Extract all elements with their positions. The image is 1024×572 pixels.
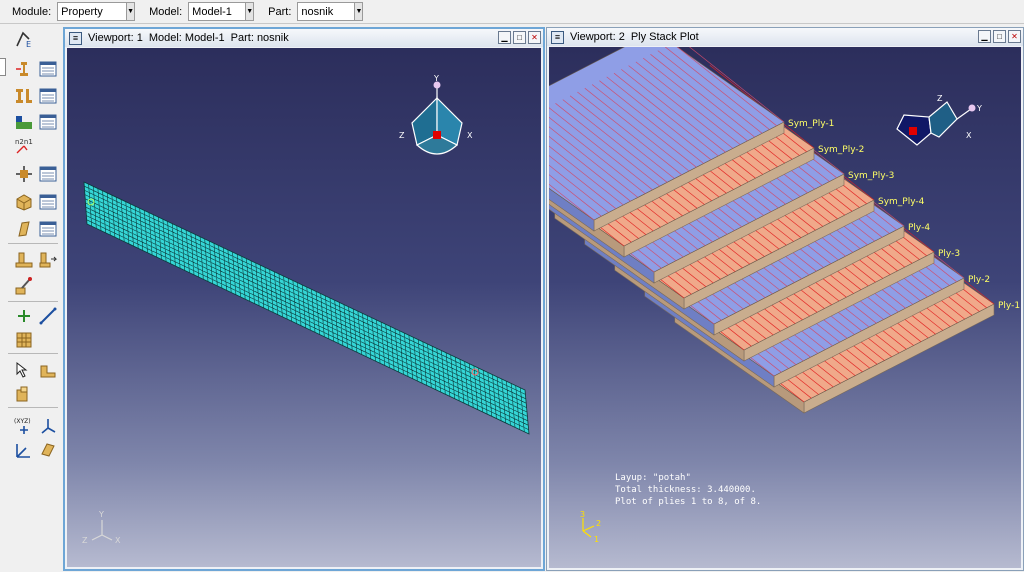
splitter-handle[interactable] <box>0 58 6 76</box>
assign-section-icon[interactable] <box>13 58 35 80</box>
spring-icon[interactable] <box>13 275 35 297</box>
toolbox-divider <box>8 243 58 244</box>
viewport-2-canvas[interactable]: Ply-1 Ply-2 Ply-3 Ply-4 Sym_Ply-4 Sym_Ply-3 Sy… <box>549 47 1021 568</box>
viewport-1-titlebar[interactable]: ≡ Viewport: 1 Model: Model-1 Part: nosni… <box>65 29 543 47</box>
composite-manager-icon[interactable] <box>37 218 59 240</box>
chevron-down-icon[interactable]: ▼ <box>126 3 135 20</box>
viewport-2-titlebar[interactable]: ≡ Viewport: 2 Ply Stack Plot ▁ □ ✕ <box>547 28 1023 46</box>
view-cube[interactable]: Z Y X <box>896 94 982 146</box>
axis-csys-icon[interactable] <box>37 415 59 437</box>
model-value: Model-1 <box>192 5 232 18</box>
viewport-2-subtitle: Ply Stack Plot <box>630 31 699 43</box>
view-cube-x-label: X <box>467 131 473 140</box>
ply-label: Ply-1 <box>998 301 1020 311</box>
toolbox-divider <box>8 353 58 354</box>
profile-manager-icon[interactable] <box>37 85 59 107</box>
toolbox-divider <box>8 301 58 302</box>
plies-range: Plot of plies 1 to 8, of 8. <box>615 497 762 507</box>
orientation-manager-icon[interactable] <box>37 111 59 133</box>
ply-label: Ply-4 <box>908 223 930 233</box>
composite-layup-icon[interactable] <box>13 218 35 240</box>
viewport-1-canvas[interactable]: Y Z X Y Z X <box>67 48 541 567</box>
module-label: Module: <box>12 5 52 18</box>
csys-triad: Y Z X <box>82 510 121 545</box>
ply-label: Sym_Ply-1 <box>788 119 834 129</box>
module-value: Property <box>61 5 103 18</box>
ply-label: Sym_Ply-3 <box>848 171 894 181</box>
inertia-icon[interactable] <box>13 249 35 271</box>
display-icon[interactable] <box>13 383 35 405</box>
triad-x-label: X <box>115 536 121 545</box>
section-manager-icon[interactable] <box>37 58 59 80</box>
datum-axis-icon[interactable] <box>37 305 59 327</box>
viewport-1[interactable]: ≡ Viewport: 1 Model: Model-1 Part: nosni… <box>63 27 545 571</box>
plane-icon[interactable] <box>37 439 59 461</box>
partition-icon[interactable] <box>37 359 59 381</box>
triad-3-label: 3 <box>580 510 585 519</box>
part-label: Part: <box>268 5 292 18</box>
triad-2-label: 2 <box>596 519 601 528</box>
minimize-icon[interactable]: ▁ <box>978 30 991 43</box>
ply-stack-plot[interactable]: Ply-1 Ply-2 Ply-3 Ply-4 Sym_Ply-4 Sym_Ply-3 Sy… <box>549 47 1020 414</box>
close-icon[interactable]: ✕ <box>1008 30 1021 43</box>
view-cube-x-label: X <box>966 131 972 140</box>
viewport-1-model: Model: Model-1 <box>148 32 225 44</box>
skin-icon[interactable] <box>13 163 35 185</box>
module-select[interactable]: Property ▼ <box>57 2 136 21</box>
model-select[interactable]: Model-1 ▼ <box>188 2 255 21</box>
triad-1-label: 1 <box>594 535 599 544</box>
query-icon[interactable] <box>13 359 35 381</box>
chevron-down-icon[interactable]: ▼ <box>354 3 363 20</box>
svg-text:E: E <box>26 40 31 49</box>
special-icon[interactable] <box>13 111 35 133</box>
context-bar: Module: Property ▼ Model: Model-1 ▼ Part… <box>0 0 1024 24</box>
maximize-icon[interactable]: □ <box>993 30 1006 43</box>
ply-label: Ply-3 <box>938 249 960 259</box>
orientation-icon[interactable]: n2n1 <box>13 135 35 157</box>
viewport-1-scene: Y Z X Y Z X <box>82 74 530 545</box>
datum-grid-icon[interactable] <box>13 329 35 351</box>
part-value: nosnik <box>301 5 334 18</box>
ply-label: Ply-2 <box>968 275 990 285</box>
stringer-icon[interactable] <box>13 191 35 213</box>
view-cube-z-label: Z <box>399 131 405 140</box>
datum-point-icon[interactable] <box>13 305 35 327</box>
close-icon[interactable]: ✕ <box>528 31 541 44</box>
csys-triad: 3 2 1 <box>580 510 601 544</box>
viewport-icon[interactable]: ≡ <box>69 31 82 45</box>
create-profile-icon[interactable] <box>13 85 35 107</box>
view-cube-y-label: Y <box>433 74 439 83</box>
create-material-icon[interactable]: E <box>13 28 35 50</box>
ply-label: Sym_Ply-4 <box>878 197 925 207</box>
model-label: Model: <box>149 5 183 18</box>
viewport-1-title: Viewport: 1 <box>88 32 143 44</box>
layup-info: Layup: "potah" Total thickness: 3.440000… <box>615 472 761 508</box>
viewport-icon[interactable]: ≡ <box>551 30 564 44</box>
total-thickness: Total thickness: 3.440000. <box>615 485 756 495</box>
ply-label: Sym_Ply-2 <box>818 145 864 155</box>
svg-text:(XYZ): (XYZ) <box>14 418 31 425</box>
layup-name: Layup: "potah" <box>615 473 691 483</box>
datum-csys-icon[interactable]: (XYZ) <box>13 415 35 437</box>
part-select[interactable]: nosnik ▼ <box>297 2 364 21</box>
view-cube[interactable]: Y Z X <box>399 74 473 155</box>
skin-manager-icon[interactable] <box>37 163 59 185</box>
triad-y-label: Y <box>98 510 104 519</box>
beam-orient-icon[interactable] <box>13 439 35 461</box>
stringer-manager-icon[interactable] <box>37 191 59 213</box>
toolbox-divider <box>8 407 58 408</box>
view-cube-y-label: Y <box>976 104 982 113</box>
viewport-2-title: Viewport: 2 <box>570 31 625 43</box>
viewport-2[interactable]: ≡ Viewport: 2 Ply Stack Plot ▁ □ ✕ Ply-1… <box>546 27 1024 571</box>
view-cube-z-label: Z <box>937 94 943 103</box>
toolbox: E n2n1 (XYZ) <box>0 25 62 572</box>
chevron-down-icon[interactable]: ▼ <box>245 3 254 20</box>
beam-mesh[interactable] <box>83 181 530 435</box>
svg-text:n2n1: n2n1 <box>15 138 33 146</box>
viewport-1-part: Part: nosnik <box>230 32 289 44</box>
maximize-icon[interactable]: □ <box>513 31 526 44</box>
minimize-icon[interactable]: ▁ <box>498 31 511 44</box>
triad-z-label: Z <box>82 536 88 545</box>
inertia-edit-icon[interactable] <box>37 249 59 271</box>
